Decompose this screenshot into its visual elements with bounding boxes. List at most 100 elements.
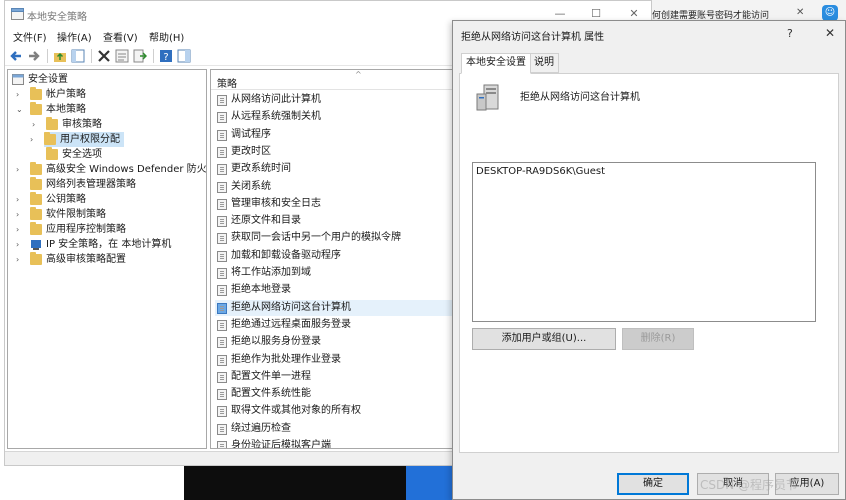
tree-item-local-policies[interactable]: ⌄ 本地策略: [10, 102, 206, 117]
policy-row[interactable]: 更改时区: [215, 144, 455, 160]
policy-item-icon: [217, 268, 227, 279]
menu-action[interactable]: 操作(A): [57, 29, 92, 44]
policy-row[interactable]: 从远程系统强制关机: [215, 109, 455, 125]
policy-row-label: 身份验证后模拟客户端: [231, 440, 331, 449]
policy-row[interactable]: 绕过遍历检查: [215, 421, 455, 437]
background-tab-close-icon[interactable]: ✕: [796, 7, 804, 18]
watermark: CSDN @程序员节: [700, 478, 799, 492]
tree-item-public-key-policies[interactable]: › 公钥策略: [10, 192, 206, 207]
policy-row[interactable]: 配置文件单一进程: [215, 369, 455, 385]
policy-row[interactable]: 获取同一会话中另一个用户的模拟令牌: [215, 230, 455, 246]
policy-row[interactable]: 拒绝本地登录: [215, 282, 455, 298]
add-user-or-group-button[interactable]: 添加用户或组(U)...: [472, 328, 616, 350]
folder-icon: [30, 87, 42, 100]
tree-item-defender-firewall[interactable]: › 高级安全 Windows Defender 防火墙: [10, 162, 206, 177]
back-arrow-icon[interactable]: [9, 49, 23, 63]
policy-row-selected[interactable]: 拒绝从网络访问这台计算机: [215, 299, 455, 316]
policy-item-icon: [217, 319, 227, 331]
tree-item-network-list-manager[interactable]: 网络列表管理器策略: [10, 177, 206, 192]
menu-file[interactable]: 文件(F): [13, 29, 47, 44]
delete-icon[interactable]: [97, 49, 111, 63]
policy-row[interactable]: 加载和卸载设备驱动程序: [215, 248, 455, 264]
policy-row-label: 调试程序: [231, 128, 271, 140]
export-list-icon[interactable]: [133, 49, 147, 63]
policy-item-icon: [217, 112, 227, 124]
tree-item-advanced-audit[interactable]: › 高级审核策略配置: [10, 252, 206, 267]
policy-row[interactable]: 配置文件系统性能: [215, 386, 455, 402]
policy-item-icon: [217, 216, 227, 228]
policy-row[interactable]: 调试程序: [215, 127, 455, 143]
expand-chevron-icon[interactable]: ›: [16, 237, 26, 252]
server-computer-icon: [476, 84, 499, 111]
policy-row-label: 管理审核和安全日志: [231, 197, 321, 209]
expand-chevron-icon[interactable]: ›: [30, 132, 40, 147]
tree-item-software-restriction[interactable]: › 软件限制策略: [10, 207, 206, 222]
menu-help[interactable]: 帮助(H): [149, 29, 184, 44]
folder-icon: [46, 117, 58, 130]
policy-item-icon: [217, 198, 227, 210]
ok-button[interactable]: 确定: [617, 473, 689, 495]
dialog-close-button[interactable]: ✕: [825, 26, 835, 40]
policy-row[interactable]: 还原文件和目录: [215, 213, 455, 229]
background-dark-window: [184, 466, 406, 500]
expand-chevron-icon[interactable]: ›: [16, 162, 26, 177]
ip-security-icon: [31, 240, 41, 250]
properties-icon[interactable]: [115, 49, 129, 63]
tab-explain[interactable]: 说明: [529, 53, 559, 73]
background-extension-icon[interactable]: ☺: [822, 5, 838, 21]
navigation-tree[interactable]: 安全设置 › 帐户策略 ⌄ 本地策略 › 审核策略 › 用户权限分配 安全选项 …: [7, 69, 207, 449]
tab-local-security-setting[interactable]: 本地安全设置: [461, 53, 531, 74]
policy-item-icon: [217, 441, 227, 448]
tree-item-security-settings[interactable]: 安全设置: [10, 72, 206, 87]
account-entry[interactable]: DESKTOP-RA9DS6K\Guest: [476, 166, 605, 177]
menu-view[interactable]: 查看(V): [103, 29, 138, 44]
policy-row[interactable]: 关闭系统: [215, 179, 455, 195]
help-icon[interactable]: ?: [159, 49, 173, 63]
show-hide-tree-icon[interactable]: [71, 49, 85, 63]
toolbar-separator: [47, 49, 48, 63]
expand-chevron-icon[interactable]: ›: [16, 207, 26, 222]
policy-row[interactable]: 将工作站添加到域: [215, 265, 455, 281]
tree-item-audit-policy[interactable]: › 审核策略: [10, 117, 206, 132]
toolbar-separator: [153, 49, 154, 63]
expand-chevron-icon[interactable]: ›: [16, 192, 26, 207]
expand-chevron-icon[interactable]: ›: [32, 117, 42, 132]
policy-heading: 拒绝从网络访问这台计算机: [520, 92, 640, 103]
policy-row[interactable]: 从网络访问此计算机: [215, 92, 455, 108]
show-action-pane-icon[interactable]: [177, 49, 191, 63]
policy-item-icon: [217, 285, 227, 297]
policy-row[interactable]: 身份验证后模拟客户端: [215, 438, 455, 449]
policy-row[interactable]: 管理审核和安全日志: [215, 196, 455, 212]
policy-row[interactable]: 拒绝作为批处理作业登录: [215, 352, 455, 368]
policy-row-label: 配置文件单一进程: [231, 370, 311, 382]
policy-item-icon: [217, 423, 227, 435]
tree-item-ip-security[interactable]: › IP 安全策略，在 本地计算机: [10, 237, 206, 252]
policy-item-icon: [217, 181, 227, 193]
accounts-listbox[interactable]: DESKTOP-RA9DS6K\Guest: [472, 162, 816, 322]
sort-caret-icon: ^: [355, 70, 362, 79]
policy-row[interactable]: 取得文件或其他对象的所有权: [215, 403, 455, 419]
up-folder-icon[interactable]: [53, 49, 67, 63]
expand-chevron-icon[interactable]: ›: [16, 87, 26, 102]
remove-button[interactable]: 删除(R): [622, 328, 694, 350]
policy-row-label: 从网络访问此计算机: [231, 94, 321, 105]
folder-icon: [30, 207, 42, 220]
policy-item-icon: [217, 389, 227, 401]
dialog-help-button[interactable]: ?: [787, 27, 793, 40]
policy-row-label: 配置文件系统性能: [231, 388, 311, 400]
tree-item-user-rights-assignment[interactable]: › 用户权限分配: [30, 132, 124, 147]
folder-icon: [46, 147, 58, 160]
background-blue-window: [406, 466, 454, 500]
expand-chevron-icon[interactable]: ›: [16, 222, 26, 237]
expand-chevron-icon[interactable]: ›: [16, 252, 26, 267]
policy-row[interactable]: 拒绝通过远程桌面服务登录: [215, 317, 455, 333]
forward-arrow-icon[interactable]: [27, 49, 41, 63]
collapse-chevron-icon[interactable]: ⌄: [16, 102, 26, 117]
tree-item-account-policies[interactable]: › 帐户策略: [10, 87, 206, 102]
folder-icon: [44, 132, 56, 145]
tree-item-app-control[interactable]: › 应用程序控制策略: [10, 222, 206, 237]
policy-row[interactable]: 拒绝以服务身份登录: [215, 334, 455, 350]
folder-icon: [30, 162, 42, 175]
tree-item-security-options[interactable]: 安全选项: [10, 147, 206, 162]
policy-row[interactable]: 更改系统时间: [215, 161, 455, 177]
